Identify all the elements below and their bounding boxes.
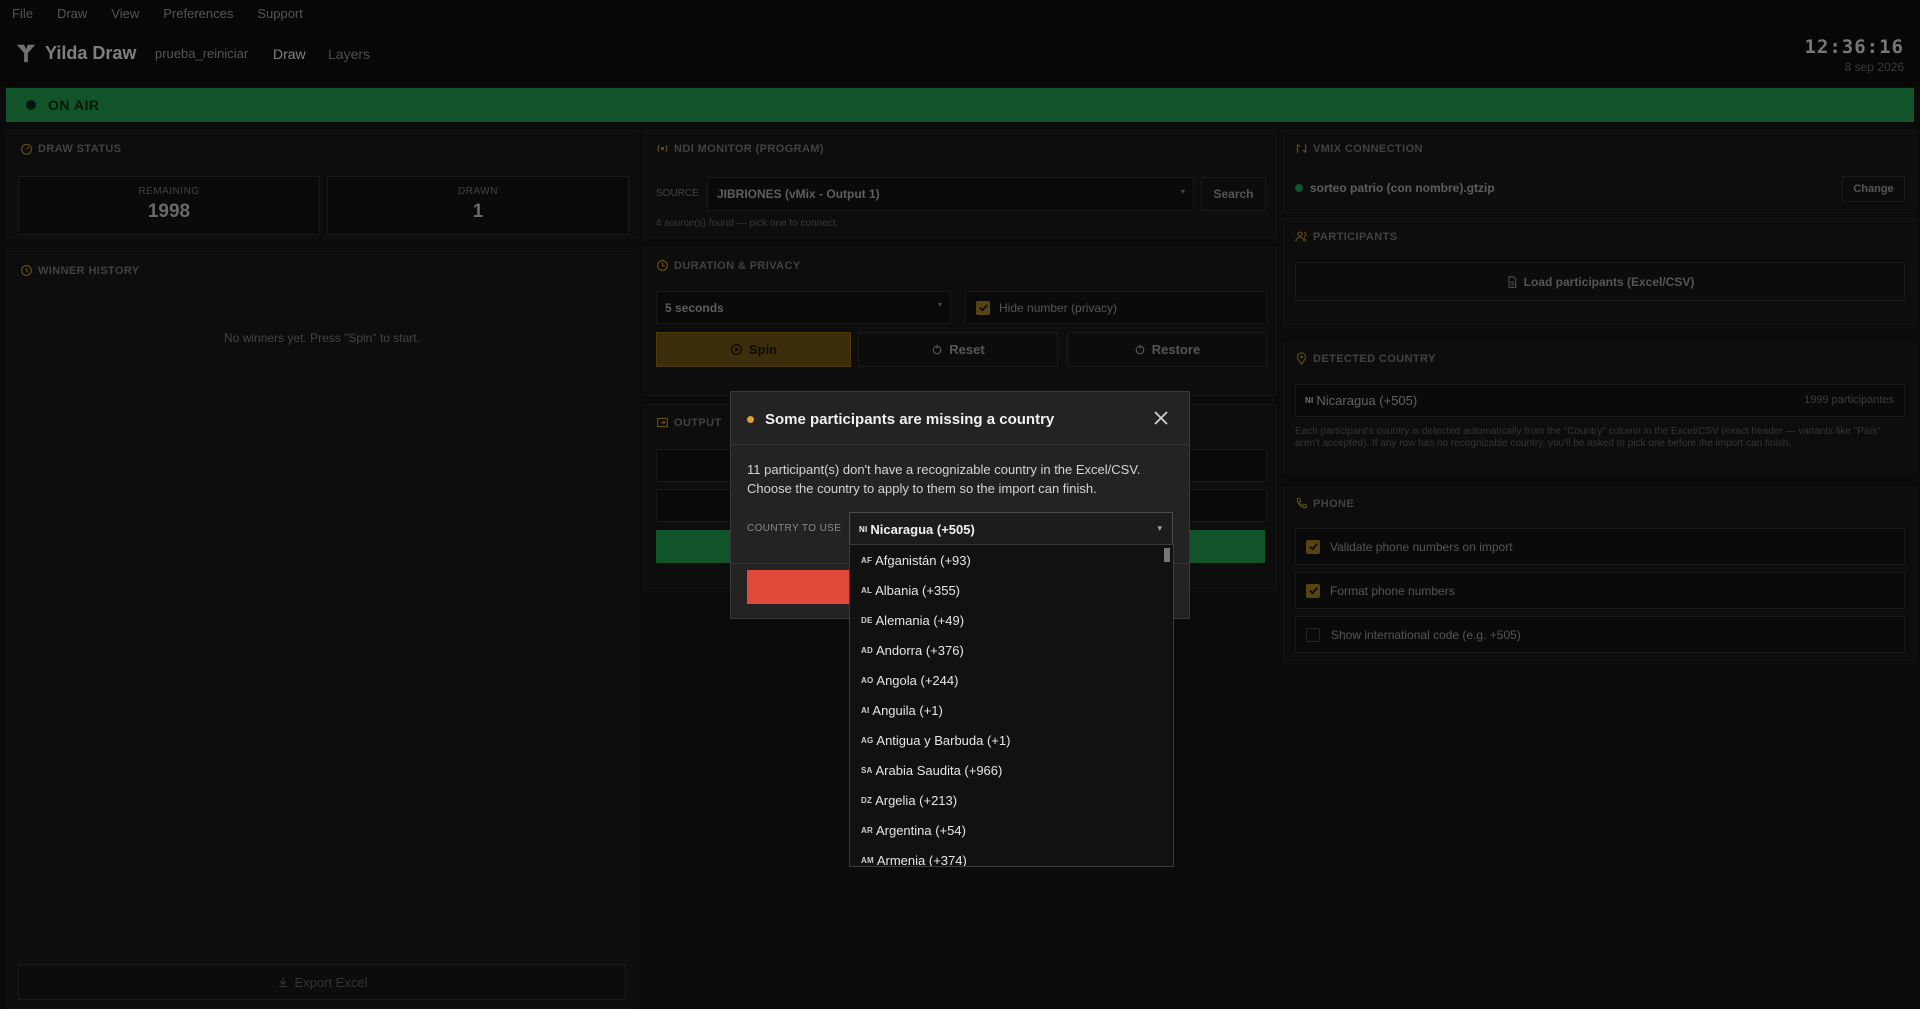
country-option[interactable]: AG Antigua y Barbuda (+1) xyxy=(850,725,1173,755)
country-option-label: Antigua y Barbuda (+1) xyxy=(876,732,1011,748)
country-option[interactable]: AF Afganistán (+93) xyxy=(850,545,1173,575)
country-option[interactable]: AO Angola (+244) xyxy=(850,665,1173,695)
country-option-label: Afganistán (+93) xyxy=(875,552,971,568)
country-option[interactable]: AR Argentina (+54) xyxy=(850,815,1173,845)
country-flag-icon: AL xyxy=(861,585,873,595)
country-option[interactable]: SA Arabia Saudita (+966) xyxy=(850,755,1173,785)
country-option-label: Armenia (+374) xyxy=(876,852,967,867)
country-option-label: Angola (+244) xyxy=(876,672,959,688)
dialog-divider xyxy=(731,444,1189,445)
warning-dot-icon xyxy=(747,416,754,423)
country-flag-icon: AD xyxy=(861,645,873,655)
country-option[interactable]: AL Albania (+355) xyxy=(850,575,1173,605)
country-flag-icon: AR xyxy=(861,825,873,835)
dialog-title: Some participants are missing a country xyxy=(765,411,1055,428)
country-flag-icon: SA xyxy=(861,765,873,775)
country-option-label: Argentina (+54) xyxy=(875,822,966,838)
country-option[interactable]: AI Anguila (+1) xyxy=(850,695,1173,725)
country-flag-icon: AG xyxy=(861,735,874,745)
country-option-label: Arabia Saudita (+966) xyxy=(875,762,1003,778)
country-option[interactable]: AM Armenia (+374) xyxy=(850,845,1173,867)
country-flag-icon: AF xyxy=(861,555,873,565)
country-option-label: Anguila (+1) xyxy=(872,702,943,718)
country-select[interactable]: NI Nicaragua (+505) ▾ xyxy=(849,512,1173,546)
country-option[interactable]: DE Alemania (+49) xyxy=(850,605,1173,635)
country-to-use-label: COUNTRY TO USE xyxy=(747,523,842,534)
country-option[interactable]: AD Andorra (+376) xyxy=(850,635,1173,665)
country-flag-icon: DE xyxy=(861,615,873,625)
country-option[interactable]: DZ Argelia (+213) xyxy=(850,785,1173,815)
country-dropdown-list[interactable]: AF Afganistán (+93) AL Albania (+355) DE Al… xyxy=(849,544,1174,867)
dropdown-scrollbar[interactable] xyxy=(1164,548,1170,562)
dialog-description-line1: 11 participant(s) don't have a recogniza… xyxy=(747,462,1141,477)
country-flag-icon: AI xyxy=(861,705,870,715)
country-flag-icon: AM xyxy=(861,855,874,865)
dialog-description: 11 participant(s) don't have a recogniza… xyxy=(747,460,1177,498)
country-flag-icon: DZ xyxy=(861,795,873,805)
country-flag-icon: NI xyxy=(859,524,868,534)
country-option-label: Argelia (+213) xyxy=(875,792,958,808)
chevron-down-icon: ▾ xyxy=(1157,523,1162,533)
country-option-label: Albania (+355) xyxy=(875,582,960,598)
country-select-value: Nicaragua (+505) xyxy=(870,521,975,537)
dialog-description-line2: Choose the country to apply to them so t… xyxy=(747,481,1097,496)
close-icon[interactable] xyxy=(1153,410,1169,426)
country-option-label: Alemania (+49) xyxy=(875,612,965,628)
country-flag-icon: AO xyxy=(861,675,874,685)
country-option-label: Andorra (+376) xyxy=(875,642,964,658)
